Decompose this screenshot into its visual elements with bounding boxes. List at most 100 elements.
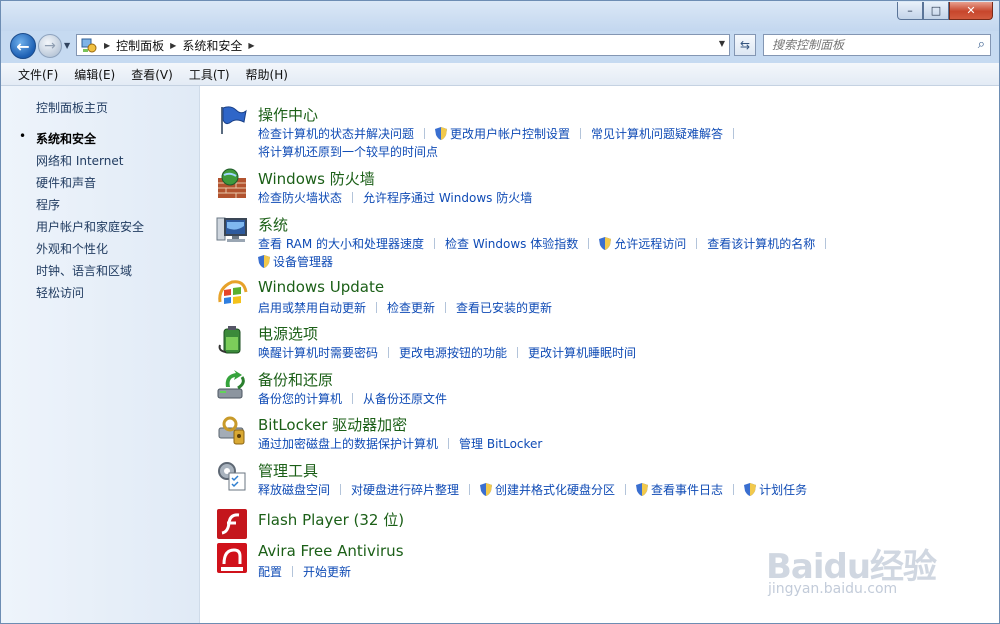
admin-tools-icon[interactable] bbox=[216, 460, 248, 492]
link-restore-files[interactable]: 从备份还原文件 bbox=[363, 392, 447, 406]
link-sleep-time[interactable]: 更改计算机睡眠时间 bbox=[528, 346, 636, 360]
category-title[interactable]: Flash Player (32 位) bbox=[258, 509, 404, 530]
sidebar-item-user-accounts[interactable]: 用户帐户和家庭安全 bbox=[36, 218, 144, 235]
menu-edit[interactable]: 编辑(E) bbox=[67, 66, 122, 83]
sidebar-item-clock-region[interactable]: 时钟、语言和区域 bbox=[36, 262, 132, 279]
link-firewall-status[interactable]: 检查防火墙状态 bbox=[258, 191, 342, 205]
link-installed-updates[interactable]: 查看已安装的更新 bbox=[456, 301, 552, 315]
uac-shield-icon bbox=[480, 483, 493, 496]
link-remote-access[interactable]: 允许远程访问 bbox=[599, 237, 686, 251]
category-links: 检查计算机的状态并解决问题 更改用户帐户控制设置 常见计算机问题疑难解答 将计算机还… bbox=[258, 125, 998, 161]
title-bar[interactable]: – □ ✕ bbox=[1, 1, 999, 31]
link-disk-cleanup[interactable]: 释放磁盘空间 bbox=[258, 483, 330, 497]
category-title[interactable]: 操作中心 bbox=[258, 104, 318, 125]
breadcrumb-separator-icon[interactable]: ▶ bbox=[248, 41, 254, 50]
close-button[interactable]: ✕ bbox=[949, 2, 993, 20]
link-separator bbox=[580, 128, 582, 139]
recent-pages-dropdown[interactable]: ▼ bbox=[64, 41, 70, 50]
menu-help[interactable]: 帮助(H) bbox=[239, 66, 295, 83]
breadcrumb-control-panel[interactable]: 控制面板 bbox=[116, 37, 164, 54]
link-defragment[interactable]: 对硬盘进行碎片整理 bbox=[351, 483, 459, 497]
link-separator bbox=[588, 238, 590, 249]
sidebar-home-link[interactable]: 控制面板主页 bbox=[36, 99, 108, 116]
breadcrumb-separator-icon[interactable]: ▶ bbox=[170, 41, 176, 50]
search-box[interactable]: ⌕ bbox=[763, 34, 991, 56]
avira-icon[interactable] bbox=[216, 542, 248, 574]
link-auto-update[interactable]: 启用或禁用自动更新 bbox=[258, 301, 366, 315]
bitlocker-icon[interactable] bbox=[216, 414, 248, 446]
link-label: 允许远程访问 bbox=[614, 237, 687, 251]
link-device-manager[interactable]: 设备管理器 bbox=[258, 255, 333, 269]
category-links: 唤醒计算机时需要密码 更改电源按钮的功能 更改计算机睡眠时间 bbox=[258, 344, 998, 362]
refresh-button[interactable]: ⇆ bbox=[734, 34, 756, 56]
link-separator bbox=[733, 484, 735, 495]
link-partition[interactable]: 创建并格式化硬盘分区 bbox=[480, 483, 615, 497]
category-title[interactable]: Windows Update bbox=[258, 278, 384, 296]
link-uac-settings[interactable]: 更改用户帐户控制设置 bbox=[435, 127, 570, 141]
search-icon[interactable]: ⌕ bbox=[978, 37, 985, 52]
link-check-status[interactable]: 检查计算机的状态并解决问题 bbox=[258, 127, 414, 141]
link-wake-password[interactable]: 唤醒计算机时需要密码 bbox=[258, 346, 378, 360]
minimize-button[interactable]: – bbox=[897, 2, 923, 20]
uac-shield-icon bbox=[636, 483, 649, 496]
link-scheduled-tasks[interactable]: 计划任务 bbox=[744, 483, 807, 497]
menu-file[interactable]: 文件(F) bbox=[11, 66, 65, 83]
link-start-update[interactable]: 开始更新 bbox=[303, 565, 351, 579]
power-options-icon[interactable] bbox=[216, 323, 248, 355]
link-backup-computer[interactable]: 备份您的计算机 bbox=[258, 392, 342, 406]
link-label: 创建并格式化硬盘分区 bbox=[495, 483, 616, 497]
category-links: 释放磁盘空间 对硬盘进行碎片整理 创建并格式化硬盘分区 查看事件日志 计划任务 bbox=[258, 481, 998, 499]
address-bar[interactable]: ▶ 控制面板 ▶ 系统和安全 ▶ ▼ bbox=[76, 34, 730, 56]
firewall-icon[interactable] bbox=[216, 168, 248, 200]
link-power-button[interactable]: 更改电源按钮的功能 bbox=[399, 346, 507, 360]
category-title[interactable]: Windows 防火墙 bbox=[258, 168, 375, 189]
link-configure[interactable]: 配置 bbox=[258, 565, 282, 579]
link-separator bbox=[424, 128, 426, 139]
search-input[interactable] bbox=[770, 37, 964, 53]
link-label: 查看事件日志 bbox=[651, 483, 724, 497]
category-title[interactable]: 电源选项 bbox=[258, 323, 318, 344]
address-dropdown-icon[interactable]: ▼ bbox=[719, 39, 725, 48]
link-allow-program[interactable]: 允许程序通过 Windows 防火墙 bbox=[363, 191, 532, 205]
breadcrumb-system-security[interactable]: 系统和安全 bbox=[182, 37, 242, 54]
current-category-bullet: • bbox=[19, 129, 27, 143]
link-check-updates[interactable]: 检查更新 bbox=[387, 301, 435, 315]
category-title[interactable]: BitLocker 驱动器加密 bbox=[258, 414, 407, 435]
link-encrypt-disk[interactable]: 通过加密磁盘上的数据保护计算机 bbox=[258, 437, 438, 451]
link-system-restore[interactable]: 将计算机还原到一个较早的时间点 bbox=[258, 145, 438, 159]
maximize-button[interactable]: □ bbox=[923, 2, 949, 20]
menu-view[interactable]: 查看(V) bbox=[124, 66, 180, 83]
link-experience-index[interactable]: 检查 Windows 体验指数 bbox=[445, 237, 578, 251]
category-title[interactable]: 管理工具 bbox=[258, 460, 318, 481]
link-computer-name[interactable]: 查看该计算机的名称 bbox=[707, 237, 815, 251]
system-computer-icon[interactable] bbox=[216, 214, 248, 246]
link-separator bbox=[733, 128, 735, 139]
link-separator bbox=[696, 238, 698, 249]
windows-update-icon[interactable] bbox=[216, 278, 248, 310]
link-separator bbox=[469, 484, 471, 495]
category-title[interactable]: 系统 bbox=[258, 214, 288, 235]
sidebar-item-programs[interactable]: 程序 bbox=[36, 196, 60, 213]
category-title[interactable]: 备份和还原 bbox=[258, 369, 333, 390]
back-button[interactable]: ← bbox=[10, 33, 36, 59]
link-troubleshooting[interactable]: 常见计算机问题疑难解答 bbox=[591, 127, 723, 141]
menu-tools[interactable]: 工具(T) bbox=[182, 66, 237, 83]
link-separator bbox=[434, 238, 436, 249]
backup-restore-icon[interactable] bbox=[216, 369, 248, 401]
caption-buttons: – □ ✕ bbox=[897, 2, 993, 20]
link-separator bbox=[340, 484, 342, 495]
link-view-ram-cpu[interactable]: 查看 RAM 的大小和处理器速度 bbox=[258, 237, 424, 251]
sidebar-item-hardware-sound[interactable]: 硬件和声音 bbox=[36, 174, 96, 191]
category-links: 检查防火墙状态 允许程序通过 Windows 防火墙 bbox=[258, 189, 998, 207]
sidebar-item-ease-of-access[interactable]: 轻松访问 bbox=[36, 284, 84, 301]
sidebar-item-appearance[interactable]: 外观和个性化 bbox=[36, 240, 108, 257]
action-center-flag-icon[interactable] bbox=[216, 104, 248, 136]
sidebar-item-system-security[interactable]: 系统和安全 bbox=[36, 130, 96, 147]
forward-button[interactable]: → bbox=[38, 34, 62, 58]
link-manage-bitlocker[interactable]: 管理 BitLocker bbox=[459, 437, 542, 451]
sidebar-item-network[interactable]: 网络和 Internet bbox=[36, 152, 123, 169]
flash-player-icon[interactable] bbox=[216, 508, 248, 540]
breadcrumb-separator-icon[interactable]: ▶ bbox=[104, 41, 110, 50]
category-title[interactable]: Avira Free Antivirus bbox=[258, 542, 404, 560]
link-event-log[interactable]: 查看事件日志 bbox=[636, 483, 723, 497]
